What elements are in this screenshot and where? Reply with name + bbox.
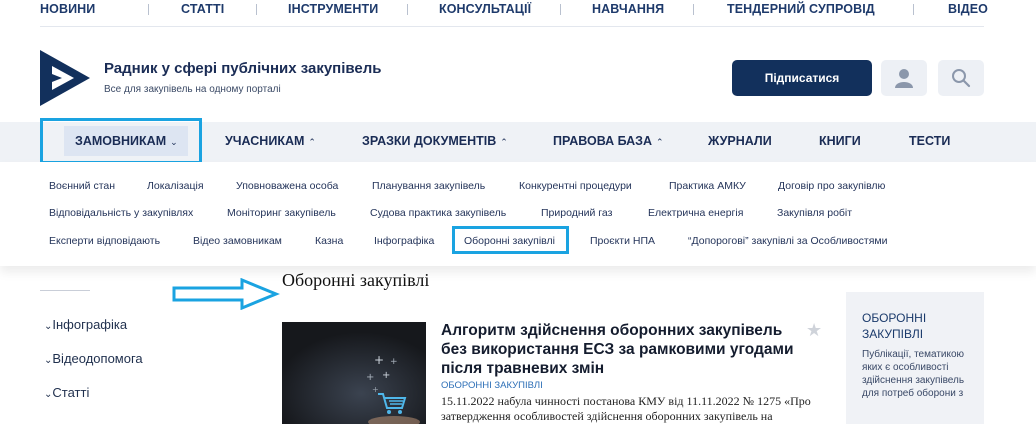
sidebar-item-articles[interactable]: ⌄Статті xyxy=(44,385,89,400)
main-nav-tests[interactable]: ТЕСТИ xyxy=(909,134,950,148)
article-thumbnail[interactable]: + + + + + xyxy=(282,322,426,424)
sidebar-item-infographics[interactable]: ⌄Інфографіка xyxy=(44,317,127,332)
submenu-item[interactable]: Судова практика закупівель xyxy=(370,207,506,219)
top-nav-separator xyxy=(256,4,257,15)
submenu-item[interactable]: Моніторинг закупівель xyxy=(227,207,336,219)
top-divider xyxy=(40,26,984,27)
main-nav-label: УЧАСНИКАМ xyxy=(225,134,305,148)
top-nav-separator xyxy=(693,4,694,15)
main-nav-document-samples[interactable]: ЗРАЗКИ ДОКУМЕНТІВ ⌃ xyxy=(362,134,508,148)
submenu-item[interactable]: Уповноважена особа xyxy=(236,180,338,192)
subscribe-button[interactable]: Підписатися xyxy=(732,60,872,96)
main-nav-label: ПРАВОВА БАЗА xyxy=(553,134,652,148)
top-nav-tender-support[interactable]: ТЕНДЕРНИЙ СУПРОВІД xyxy=(727,2,875,16)
sidebar-item-label: Статті xyxy=(52,385,90,400)
submenu-item[interactable]: Практика АМКУ xyxy=(669,180,746,192)
submenu-item[interactable]: Казна xyxy=(315,235,343,247)
submenu-item[interactable]: Договір про закупівлю xyxy=(778,180,885,192)
article-category[interactable]: ОБОРОННІ ЗАКУПІВЛІ xyxy=(441,380,543,391)
svg-text:+: + xyxy=(372,385,379,394)
site-subtitle: Все для закупівель на одному порталі xyxy=(104,84,281,95)
highlight-box-customers xyxy=(40,118,202,164)
top-nav: НОВИНИ СТАТТІ ІНСТРУМЕНТИ КОНСУЛЬТАЦІЇ Н… xyxy=(0,0,1036,20)
svg-text:+: + xyxy=(382,370,390,381)
submenu-item[interactable]: Інфографіка xyxy=(374,235,434,247)
main-nav-books[interactable]: КНИГИ xyxy=(819,134,861,148)
category-info-title: ОБОРОННІ ЗАКУПІВЛІ xyxy=(862,311,927,341)
svg-text:+: + xyxy=(374,353,384,367)
top-nav-training[interactable]: НАВЧАННЯ xyxy=(592,2,664,16)
shopping-cart-image-icon: + + + + + xyxy=(282,322,426,424)
user-icon xyxy=(895,69,913,88)
submenu-item[interactable]: Планування закупівель xyxy=(372,180,485,192)
top-nav-video[interactable]: ВІДЕО xyxy=(948,2,988,16)
highlight-box-defense-procurement xyxy=(452,226,569,254)
submenu-item[interactable]: Локалізація xyxy=(147,180,204,192)
top-nav-separator xyxy=(407,4,408,15)
main-nav-legal-base[interactable]: ПРАВОВА БАЗА ⌃ xyxy=(553,134,664,148)
submenu-item[interactable]: Відповідальність у закупівлях xyxy=(49,207,193,219)
svg-text:+: + xyxy=(366,372,374,383)
submenu-item[interactable]: Воєнний стан xyxy=(49,180,115,192)
search-button[interactable] xyxy=(938,60,984,96)
submenu-item[interactable]: “Допорогові” закупівлі за Особливостями xyxy=(688,235,888,247)
site-title[interactable]: Радник у сфері публічних закупівель xyxy=(104,60,382,77)
top-nav-separator xyxy=(148,4,149,15)
main-nav-journals[interactable]: ЖУРНАЛИ xyxy=(708,134,772,148)
svg-text:+: + xyxy=(390,357,398,367)
star-icon[interactable]: ★ xyxy=(806,320,822,341)
user-button[interactable] xyxy=(881,60,927,96)
chevron-up-icon: ⌃ xyxy=(308,137,316,147)
sidebar-divider xyxy=(40,290,90,291)
submenu-item[interactable]: Конкурентні процедури xyxy=(519,180,632,192)
main-nav-participants[interactable]: УЧАСНИКАМ ⌃ xyxy=(225,134,316,148)
sidebar-item-label: Відеодопомога xyxy=(52,351,143,366)
top-nav-articles[interactable]: СТАТТІ xyxy=(181,2,224,16)
category-info-text: Публікації, тематикою яких є особливості… xyxy=(862,349,965,399)
submenu-item[interactable]: Експерти відповідають xyxy=(49,235,160,247)
sidebar-item-label: Інфографіка xyxy=(52,317,128,332)
top-nav-news[interactable]: НОВИНИ xyxy=(40,2,95,16)
submenu-item[interactable]: Закупівля робіт xyxy=(777,207,852,219)
submenu-item[interactable]: Природний газ xyxy=(541,207,612,219)
page-title: Оборонні закупівлі xyxy=(282,270,430,290)
submenu-item[interactable]: Електрична енергія xyxy=(648,207,743,219)
chevron-up-icon: ⌃ xyxy=(500,137,508,147)
main-nav-label: ЗРАЗКИ ДОКУМЕНТІВ xyxy=(362,134,497,148)
article-title[interactable]: Алгоритм здійснення оборонних закупівель… xyxy=(441,321,801,378)
submenu-item[interactable]: Відео замовникам xyxy=(193,235,282,247)
chevron-up-icon: ⌃ xyxy=(656,137,664,147)
site-logo-icon[interactable] xyxy=(40,50,90,106)
search-icon xyxy=(952,69,971,88)
top-nav-separator xyxy=(560,4,561,15)
top-nav-consultations[interactable]: КОНСУЛЬТАЦІЇ xyxy=(439,2,531,16)
submenu-item[interactable]: Проєкти НПА xyxy=(590,235,655,247)
top-nav-separator xyxy=(913,4,914,15)
top-nav-tools[interactable]: ІНСТРУМЕНТИ xyxy=(288,2,378,16)
annotation-arrow-icon xyxy=(172,278,280,310)
article-excerpt: 15.11.2022 набула чинності постанова КМУ… xyxy=(441,394,811,423)
sidebar-item-video-help[interactable]: ⌄Відеодопомога xyxy=(44,351,143,366)
